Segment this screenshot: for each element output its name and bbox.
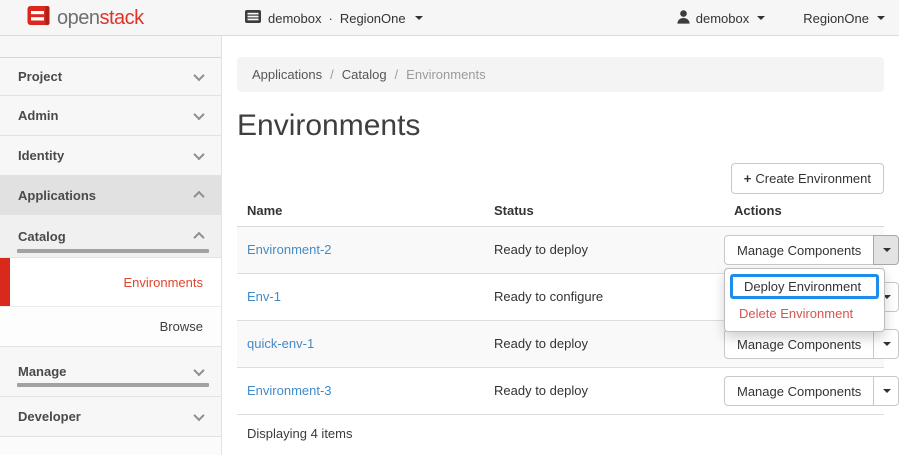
environments-table: Name Status Actions Environment-2 Ready … <box>237 197 884 415</box>
manage-components-button[interactable]: Manage Components <box>724 329 874 359</box>
table-header-row: Name Status Actions <box>237 197 884 226</box>
openstack-logo[interactable]: openstack <box>27 0 144 36</box>
openstack-dashboard: openstack demobox · RegionOne <box>0 0 899 455</box>
sidebar-top-strip <box>0 36 221 58</box>
caret-down-icon <box>757 16 765 20</box>
breadcrumb-catalog[interactable]: Catalog <box>342 67 387 82</box>
breadcrumb-separator: / <box>330 67 334 82</box>
chevron-down-icon <box>193 69 204 80</box>
sidebar-item-developer[interactable]: Developer <box>0 397 221 437</box>
top-navbar: openstack demobox · RegionOne <box>0 0 899 36</box>
table-footer-count: Displaying 4 items <box>237 415 884 452</box>
environment-link[interactable]: Env-1 <box>247 289 281 304</box>
caret-down-icon <box>877 16 885 20</box>
column-header-name[interactable]: Name <box>237 197 484 226</box>
row-actions: Manage Components <box>724 329 899 359</box>
sidebar-item-project[interactable]: Project <box>0 58 221 96</box>
caret-down-icon <box>883 248 891 252</box>
chevron-up-icon <box>193 191 204 202</box>
sidebar-item-browse[interactable]: Browse <box>0 307 221 347</box>
user-icon <box>677 10 690 27</box>
status-text: Ready to deploy <box>494 383 588 398</box>
switcher-project-label: demobox <box>268 11 321 26</box>
sidebar-item-label: Project <box>18 69 62 84</box>
chevron-down-icon <box>193 108 204 119</box>
status-text: Ready to deploy <box>494 336 588 351</box>
environment-link[interactable]: Environment-2 <box>247 242 332 257</box>
chevron-down-icon <box>193 364 204 375</box>
sidebar: Project Admin Identity Applications Cata… <box>0 36 222 455</box>
sidebar-item-label: Developer <box>18 409 81 424</box>
delete-environment-menu-item[interactable]: Delete Environment <box>725 301 884 326</box>
project-list-icon <box>245 10 261 26</box>
row-actions: Manage Components Deploy Environment Del… <box>724 235 899 265</box>
openstack-logo-text: openstack <box>57 7 144 30</box>
actions-dropdown-toggle[interactable] <box>873 329 899 359</box>
sidebar-item-label: Identity <box>18 148 64 163</box>
project-region-switcher[interactable]: demobox · RegionOne <box>245 0 423 36</box>
switcher-region-label: RegionOne <box>340 11 406 26</box>
sidebar-item-label: Applications <box>18 188 96 203</box>
breadcrumb-applications[interactable]: Applications <box>252 67 322 82</box>
caret-down-icon <box>415 16 423 20</box>
chevron-down-icon <box>193 148 204 159</box>
user-menu-label: demobox <box>696 11 749 26</box>
sidebar-item-label: Admin <box>18 108 58 123</box>
sidebar-item-label: Browse <box>160 319 203 334</box>
status-text: Ready to configure <box>494 289 603 304</box>
openstack-logo-icon <box>27 5 51 31</box>
breadcrumb: Applications / Catalog / Environments <box>237 57 884 92</box>
plus-icon: + <box>744 171 752 186</box>
sidebar-item-identity[interactable]: Identity <box>0 136 221 176</box>
sidebar-item-environments[interactable]: Environments <box>0 258 221 307</box>
page-title: Environments <box>237 107 884 144</box>
sidebar-item-admin[interactable]: Admin <box>0 96 221 136</box>
table-toolbar: +Create Environment <box>237 163 884 194</box>
breadcrumb-current: Environments <box>406 67 485 82</box>
switcher-separator: · <box>328 11 332 26</box>
row-actions: Manage Components <box>724 376 899 406</box>
environment-link[interactable]: quick-env-1 <box>247 336 314 351</box>
sidebar-item-label: Environments <box>124 275 203 290</box>
table-row: Environment-2 Ready to deploy Manage Com… <box>237 226 884 273</box>
user-menu[interactable]: demobox <box>677 10 765 27</box>
table-row: Environment-3 Ready to deploy Manage Com… <box>237 367 884 414</box>
deploy-environment-menu-item[interactable]: Deploy Environment <box>730 274 879 299</box>
caret-down-icon <box>883 342 891 346</box>
chevron-down-icon <box>193 409 204 420</box>
column-header-status[interactable]: Status <box>484 197 724 226</box>
region-menu[interactable]: RegionOne <box>803 11 885 26</box>
sidebar-item-label: Manage <box>18 364 66 379</box>
actions-dropdown-toggle[interactable] <box>873 235 899 265</box>
create-environment-button[interactable]: +Create Environment <box>731 163 884 194</box>
manage-components-button[interactable]: Manage Components <box>724 376 874 406</box>
environment-link[interactable]: Environment-3 <box>247 383 332 398</box>
main-content: Applications / Catalog / Environments En… <box>223 36 899 455</box>
sidebar-item-catalog[interactable]: Catalog <box>0 215 221 258</box>
actions-dropdown-menu: Deploy Environment Delete Environment <box>724 268 885 332</box>
region-menu-label: RegionOne <box>803 11 869 26</box>
sidebar-item-manage[interactable]: Manage <box>0 347 221 397</box>
manage-components-button[interactable]: Manage Components <box>724 235 874 265</box>
breadcrumb-separator: / <box>395 67 399 82</box>
chevron-up-icon <box>193 232 204 243</box>
status-text: Ready to deploy <box>494 242 588 257</box>
caret-down-icon <box>883 389 891 393</box>
column-header-actions: Actions <box>724 197 884 226</box>
sidebar-item-applications[interactable]: Applications <box>0 176 221 215</box>
actions-dropdown-toggle[interactable] <box>873 376 899 406</box>
sidebar-item-label: Catalog <box>18 229 66 244</box>
navbar-right: demobox RegionOne <box>677 0 885 36</box>
